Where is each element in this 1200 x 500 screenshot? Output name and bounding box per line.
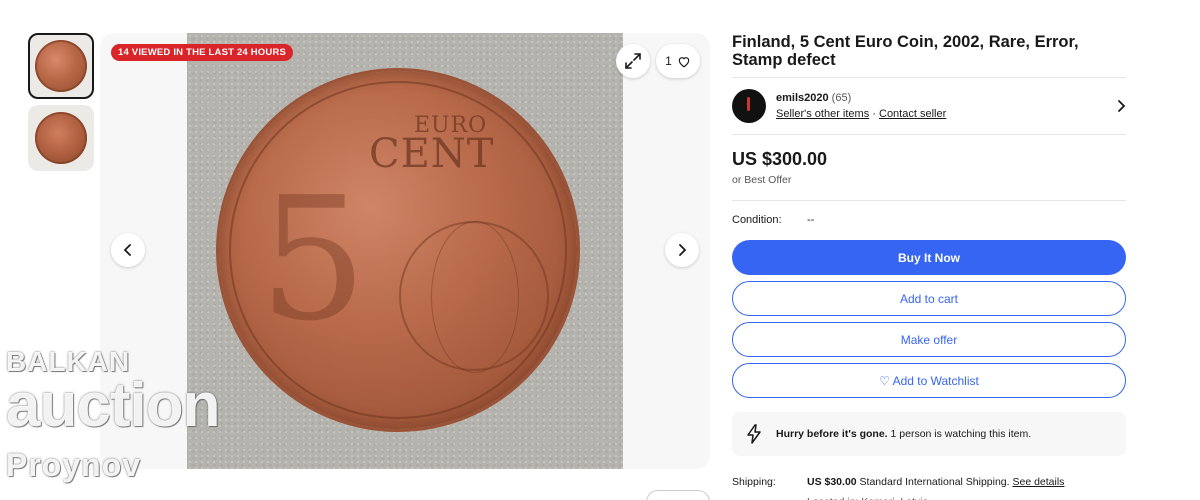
add-to-cart-button[interactable]: Add to cart [732, 281, 1126, 316]
coin-globe [399, 221, 549, 373]
expand-icon [625, 53, 641, 69]
share-button[interactable] [646, 490, 710, 500]
viewed-badge: 14 VIEWED IN THE LAST 24 HOURS [111, 44, 294, 61]
chevron-right-icon [679, 244, 687, 256]
divider [732, 200, 1126, 201]
seller-other-items-link[interactable]: Seller's other items [776, 108, 869, 120]
chevron-right-icon[interactable] [1116, 99, 1126, 113]
coin-thumbnail-image [35, 112, 87, 164]
hurry-text: 1 person is watching this item. [887, 428, 1032, 440]
divider [732, 134, 1126, 135]
thumbnail-1[interactable] [28, 33, 94, 99]
shipping-label: Shipping: [732, 476, 776, 488]
seller-avatar[interactable] [732, 89, 766, 123]
make-offer-button[interactable]: Make offer [732, 322, 1126, 357]
coin-numeral: 5 [259, 161, 368, 359]
watch-count: 1 [665, 54, 672, 68]
seller-name[interactable]: emils2020 [776, 92, 829, 104]
thumbnail-2[interactable] [28, 105, 94, 171]
item-title: Finland, 5 Cent Euro Coin, 2002, Rare, E… [732, 33, 1079, 69]
watch-heart-button[interactable]: 1 [656, 44, 700, 78]
seller-card[interactable]: emils2020 (65) Seller's other items · Co… [732, 78, 1126, 134]
hurry-bold-text: Hurry before it's gone. [776, 428, 888, 440]
main-photo[interactable]: 5 EURO CENT [187, 33, 623, 469]
separator: · [872, 108, 876, 120]
chevron-left-icon [123, 244, 131, 256]
shipping-method: Standard International Shipping. [856, 476, 1013, 488]
image-gallery: 5 EURO CENT 14 VIEWED IN THE LAST 24 HOU… [100, 33, 710, 469]
expand-button[interactable] [616, 44, 650, 78]
seller-feedback-count: (65) [831, 92, 852, 104]
best-offer-text: or Best Offer [732, 174, 792, 186]
coin-thumbnail-image [35, 40, 87, 92]
item-details-panel: Finland, 5 Cent Euro Coin, 2002, Rare, E… [732, 33, 1126, 500]
shipping-row: Shipping: US $30.00 Standard Internation… [732, 472, 1126, 500]
next-image-button[interactable] [665, 233, 699, 267]
coin-image: 5 EURO CENT [219, 71, 577, 429]
previous-image-button[interactable] [111, 233, 145, 267]
thumbnail-strip [28, 33, 96, 177]
item-price: US $300.00 [732, 149, 828, 169]
seller-info: emils2020 (65) Seller's other items · Co… [776, 90, 1116, 122]
see-details-link[interactable]: See details [1012, 476, 1064, 488]
heart-icon [678, 56, 690, 67]
condition-value: -- [807, 214, 815, 226]
add-to-watchlist-button[interactable]: ♡ Add to Watchlist [732, 363, 1126, 398]
contact-seller-link[interactable]: Contact seller [879, 108, 946, 120]
lightning-icon [746, 424, 764, 444]
item-location: Located in: Kemeri, Latvia [807, 492, 1064, 500]
shipping-price: US $30.00 [807, 476, 857, 488]
hurry-banner: Hurry before it's gone. 1 person is watc… [732, 412, 1126, 456]
condition-row: Condition: -- [732, 214, 1126, 226]
condition-label: Condition: [732, 214, 782, 226]
buy-it-now-button[interactable]: Buy It Now [732, 240, 1126, 275]
coin-cent-text: CENT [369, 131, 495, 177]
